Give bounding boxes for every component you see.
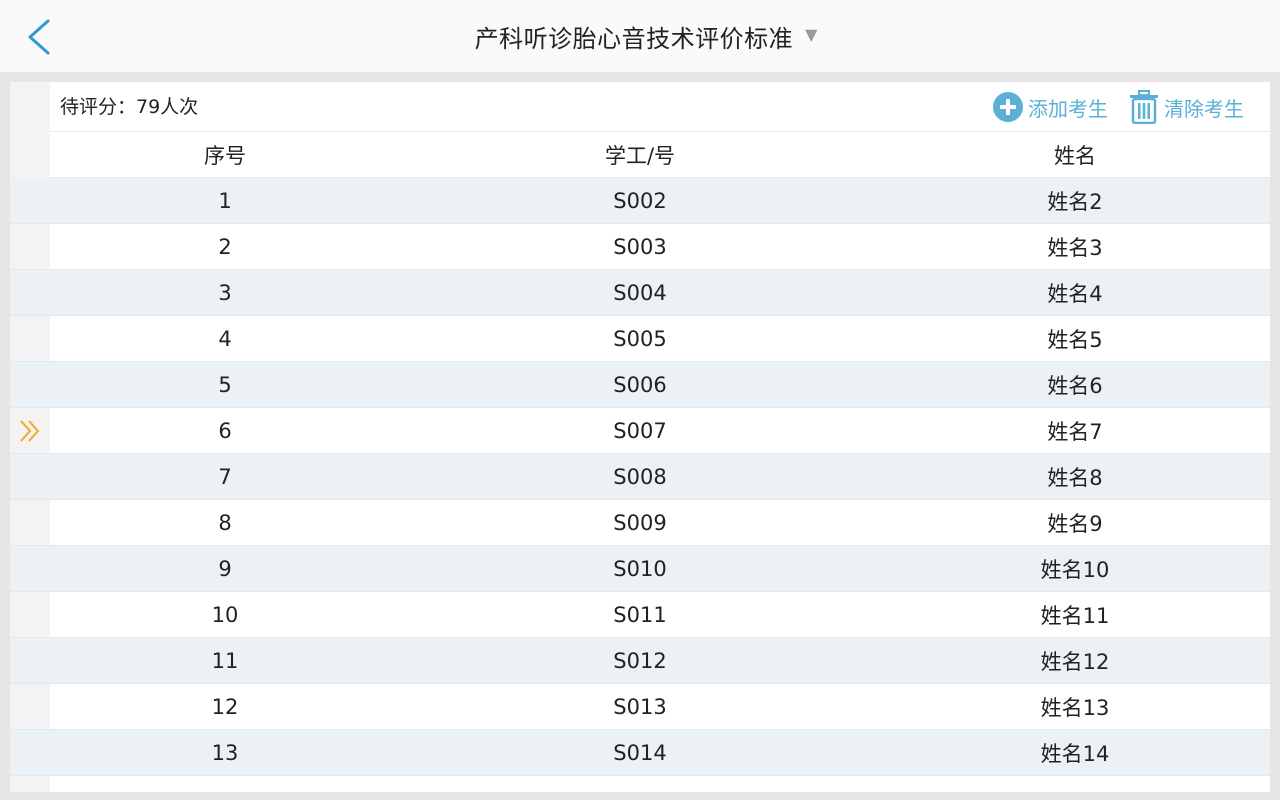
cell-id: S004 [613,280,667,305]
cell-name: 姓名12 [1040,649,1110,674]
cell-no: 10 [211,602,239,627]
row-gutter-cell [10,362,50,407]
row-gutter-cell [10,638,50,683]
row-gutter-cell [10,408,50,453]
cell-id: S007 [613,418,667,443]
cell-id: S011 [613,602,667,627]
table-row[interactable]: 11 S012 姓名12 [10,638,1270,684]
table-row[interactable]: 8 S009 姓名9 [10,500,1270,546]
table-row[interactable]: 7 S008 姓名8 [10,454,1270,500]
cell-name: 姓名3 [1047,235,1103,260]
top-bar: 产科听诊胎心音技术评价标准 ▼ [0,0,1280,72]
table-row[interactable]: 9 S010 姓名10 [10,546,1270,592]
table-row[interactable]: 5 S006 姓名6 [10,362,1270,408]
cell-id: S013 [613,694,667,719]
cell-no: 6 [218,418,232,443]
cell-name: 姓名6 [1047,373,1103,398]
cell-no: 8 [218,510,232,535]
cell-id: S006 [613,372,667,397]
table-row[interactable]: 6 S007 姓名7 [10,408,1270,454]
cell-name: 姓名4 [1047,281,1103,306]
page-title: 产科听诊胎心音技术评价标准 [474,24,794,53]
student-table-body: 1 S002 姓名2 2 S003 姓名3 3 S004 姓名4 4 S005 姓名5 5 S006 姓名6… [10,178,1270,776]
table-row[interactable]: 13 S014 姓名14 [10,730,1270,776]
cell-name: 姓名7 [1047,419,1103,444]
double-chevron-right-icon [20,419,40,442]
table-header: 序号 学工/号 姓名 [50,132,1270,178]
cell-no: 3 [218,280,232,305]
cell-no: 11 [211,648,239,673]
cell-id: S005 [613,326,667,351]
clear-students-button[interactable]: 清除考生 [1128,82,1244,132]
column-header-no: 序号 [204,143,246,168]
cell-no: 7 [218,464,232,489]
plus-circle-icon [993,92,1023,122]
cell-name: 姓名13 [1040,695,1110,720]
column-header-id: 学工/号 [604,143,676,168]
row-gutter-cell [10,178,50,223]
row-gutter-cell [10,454,50,499]
cell-no: 1 [218,188,232,213]
cell-name: 姓名2 [1047,189,1103,214]
chevron-left-icon [28,19,50,55]
row-gutter-cell [10,592,50,637]
table-row[interactable]: 4 S005 姓名5 [10,316,1270,362]
pending-count: 待评分：79人次 [60,96,199,118]
cell-id: S002 [613,188,667,213]
row-gutter-cell [10,684,50,729]
cell-id: S009 [613,510,667,535]
cell-id: S010 [613,556,667,581]
cell-name: 姓名8 [1047,465,1103,490]
cell-no: 12 [211,694,239,719]
dropdown-arrow-icon: ▼ [805,24,818,44]
add-student-button[interactable]: 添加考生 [992,82,1108,132]
table-row[interactable]: 2 S003 姓名3 [10,224,1270,270]
cell-id: S012 [613,648,667,673]
cell-id: S003 [613,234,667,259]
back-button[interactable] [14,14,62,60]
cell-no: 13 [211,740,239,765]
row-gutter-cell [10,316,50,361]
cell-name: 姓名10 [1040,557,1110,582]
list-toolbar: 待评分：79人次 添加考生 清除考生 [50,82,1270,132]
row-gutter-cell [10,224,50,269]
row-gutter-cell [10,500,50,545]
cell-name: 姓名11 [1040,603,1110,628]
clear-students-label: 清除考生 [1164,96,1244,121]
table-row[interactable]: 1 S002 姓名2 [10,178,1270,224]
title-dropdown[interactable]: 产科听诊胎心音技术评价标准 ▼ [475,19,818,54]
cell-id: S008 [613,464,667,489]
cell-no: 4 [218,326,232,351]
cell-name: 姓名14 [1040,741,1110,766]
add-student-label: 添加考生 [1028,96,1108,121]
cell-no: 2 [218,234,232,259]
student-list-panel: 待评分：79人次 添加考生 清除考生 序号 学工/号 姓名 1S002 姓名2 … [10,82,1270,792]
cell-name: 姓名5 [1047,327,1103,352]
trash-icon [1130,90,1158,124]
column-header-name: 姓名 [1054,143,1096,168]
cell-name: 姓名9 [1047,511,1103,536]
cell-no: 9 [218,556,232,581]
row-gutter-cell [10,730,50,775]
cell-no: 5 [218,372,232,397]
table-row[interactable]: 12 S013 姓名13 [10,684,1270,730]
table-row[interactable]: 10 S011 姓名11 [10,592,1270,638]
row-gutter-cell [10,546,50,591]
row-gutter-cell [10,270,50,315]
table-row[interactable]: 3 S004 姓名4 [10,270,1270,316]
cell-id: S014 [613,740,667,765]
